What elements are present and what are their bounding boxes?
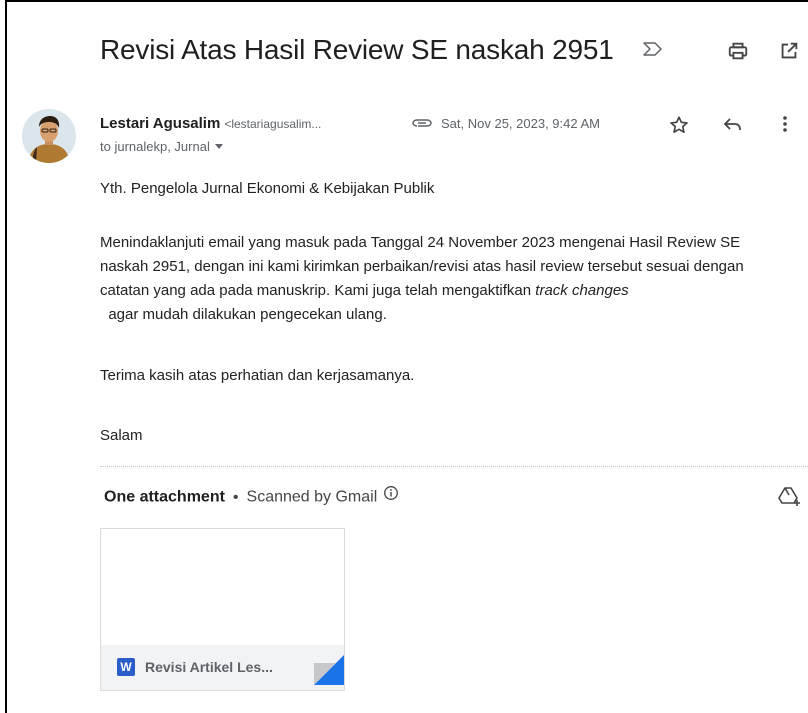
print-icon[interactable] [727, 40, 749, 67]
email-date: Sat, Nov 25, 2023, 9:42 AM [441, 116, 600, 131]
scanned-label: Scanned by Gmail [246, 488, 378, 506]
star-icon[interactable] [668, 114, 690, 141]
attachment-file-name: Revisi Artikel Les... [145, 659, 273, 675]
body-main-text-end: agar mudah dilakukan pengecekan ulang. [100, 306, 387, 323]
body-greeting: Yth. Pengelola Jurnal Ekonomi & Kebijaka… [100, 180, 435, 197]
recipients-toggle[interactable]: to jurnalekp, Jurnal [100, 139, 223, 154]
body-main-paragraph: Menindaklanjuti email yang masuk pada Ta… [100, 231, 790, 327]
attachment-footer: W Revisi Artikel Les... [101, 645, 344, 690]
word-doc-icon: W [117, 658, 135, 676]
info-icon[interactable] [383, 485, 399, 506]
body-thanks: Terima kasih atas perhatian dan kerjasam… [100, 367, 415, 384]
sender-line: Lestari Agusalim <lestariagusalim... [100, 115, 321, 132]
sender-email[interactable]: <lestariagusalim... [224, 117, 321, 131]
attachment-divider [100, 466, 808, 467]
add-to-drive-icon[interactable] [777, 485, 803, 512]
attachment-header: One attachment • Scanned by Gmail [104, 485, 399, 508]
more-vert-icon[interactable] [781, 114, 789, 139]
attachment-count: One attachment [104, 488, 225, 506]
reply-icon[interactable] [722, 116, 744, 139]
body-main-italic: track changes [535, 282, 629, 299]
corner-fold-icon [314, 655, 344, 690]
recipients-label: to jurnalekp, Jurnal [100, 139, 210, 154]
attachment-separator: • [232, 488, 239, 506]
body-main-text: Menindaklanjuti email yang masuk pada Ta… [100, 234, 744, 299]
paperclip-icon [411, 116, 433, 135]
chevron-down-icon [214, 144, 223, 150]
open-in-new-window-icon[interactable] [778, 40, 800, 67]
sender-avatar[interactable] [22, 109, 76, 163]
attachment-card[interactable]: W Revisi Artikel Les... [100, 528, 345, 691]
email-subject: Revisi Atas Hasil Review SE naskah 2951 [100, 34, 614, 65]
body-closing: Salam [100, 427, 143, 444]
sender-name[interactable]: Lestari Agusalim [100, 115, 220, 132]
important-marker-icon[interactable] [642, 41, 664, 62]
